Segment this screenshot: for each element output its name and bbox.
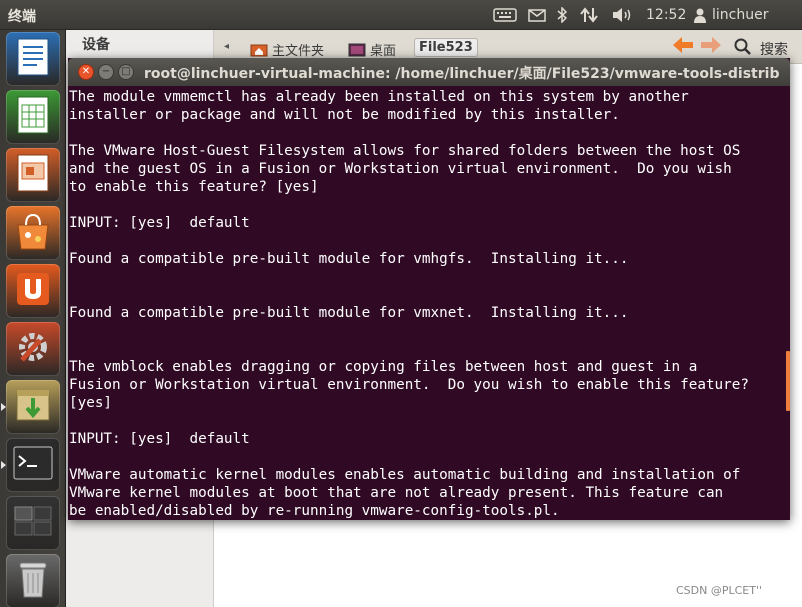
search-icon[interactable] [734,38,751,59]
running-indicator [1,403,6,411]
close-icon: ✕ [81,66,91,77]
terminal-line: The module vmmemctl has already been ins… [69,89,689,105]
home-folder-icon [250,44,268,57]
back-arrow-icon[interactable] [672,36,694,58]
breadcrumb-label: File523 [419,40,473,55]
minimize-icon: − [101,66,111,77]
terminal-line: and the guest OS in a Fusion or Workstat… [69,161,732,177]
terminal-line: VMware kernel modules at boot that are n… [69,485,724,501]
terminal-line: The VMware Host-Guest Filesystem allows … [69,143,741,159]
user-icon[interactable] [693,5,707,25]
terminal-line: to enable this feature? [yes] [69,179,319,195]
terminal-output[interactable]: The module vmmemctl has already been ins… [69,86,786,520]
terminal-line: The vmblock enables dragging or copying … [69,359,698,375]
network-icon[interactable] [578,5,600,25]
forward-arrow-icon[interactable] [700,36,722,58]
terminal-line: Found a compatible pre-built module for … [69,251,629,267]
maximize-button[interactable]: □ [118,64,134,80]
volume-icon[interactable] [611,5,635,25]
archive-icon [14,386,52,428]
ubuntu-one-icon [15,271,51,311]
breadcrumb-left-arrow-icon[interactable]: ◂ [224,41,229,52]
breadcrumb-current-folder[interactable]: File523 [414,38,478,57]
mail-icon[interactable] [527,5,547,25]
keyboard-icon[interactable] [492,5,518,25]
terminal-line: VMware automatic kernel modules enables … [69,467,741,483]
maximize-icon: □ [121,66,131,77]
launcher-writer[interactable] [6,32,60,86]
running-indicator [1,461,6,469]
launcher-workspace-switcher[interactable] [6,496,60,550]
minimize-button[interactable]: − [98,64,114,80]
terminal-line: Found a compatible pre-built module for … [69,305,629,321]
user-name[interactable]: linchuer [712,7,768,23]
terminal-line: installer or package and will not be mod… [69,107,620,123]
breadcrumb-label: 主文件夹 [272,44,325,59]
terminal-titlebar[interactable]: ✕ − □ root@linchuer-virtual-machine: /ho… [68,58,790,86]
terminal-scrollbar[interactable] [786,86,790,520]
terminal-line: INPUT: [yes] default [69,215,250,231]
close-button[interactable]: ✕ [78,64,94,80]
launcher-ubuntu-one[interactable] [6,264,60,318]
launcher-calc[interactable] [6,90,60,144]
breadcrumb-label: 桌面 [370,44,397,59]
launcher-software-center[interactable] [6,206,60,260]
launcher-archive-manager[interactable] [6,380,60,434]
terminal-line: [yes] [69,395,113,411]
launcher-impress[interactable] [6,148,60,202]
scrollbar-thumb[interactable] [786,351,790,411]
sidebar-heading-devices: 设备 [82,37,110,53]
bluetooth-icon[interactable] [555,5,569,25]
active-app-title: 终端 [8,9,36,25]
terminal-line: Fusion or Workstation virtual environmen… [69,377,749,393]
presentation-icon [16,153,50,197]
desktop-icon [348,43,366,56]
launcher-system-settings[interactable] [6,322,60,376]
launcher-terminal[interactable] [6,438,60,492]
workspaces-icon [13,504,53,542]
clock[interactable]: 12:52 [646,7,686,23]
shopping-bag-icon [14,211,52,255]
launcher [0,30,66,607]
breadcrumb-desktop[interactable]: 桌面 [348,40,396,59]
terminal-window[interactable]: ✕ − □ root@linchuer-virtual-machine: /ho… [68,58,790,520]
terminal-title: root@linchuer-virtual-machine: /home/lin… [144,66,780,82]
launcher-trash[interactable] [6,554,60,607]
settings-icon [14,328,52,370]
terminal-line: be enabled/disabled by re-running vmware… [69,503,560,519]
search-label[interactable]: 搜索 [760,39,788,59]
writer-icon [16,37,50,81]
top-panel: 终端 12:52 linchuer [0,0,802,30]
terminal-icon [13,446,53,484]
trash-icon [17,559,49,603]
watermark: CSDN @PLCET'' [675,584,762,597]
breadcrumb-home[interactable]: 主文件夹 [250,40,324,59]
terminal-line: INPUT: [yes] default [69,431,250,447]
spreadsheet-icon [16,95,50,139]
